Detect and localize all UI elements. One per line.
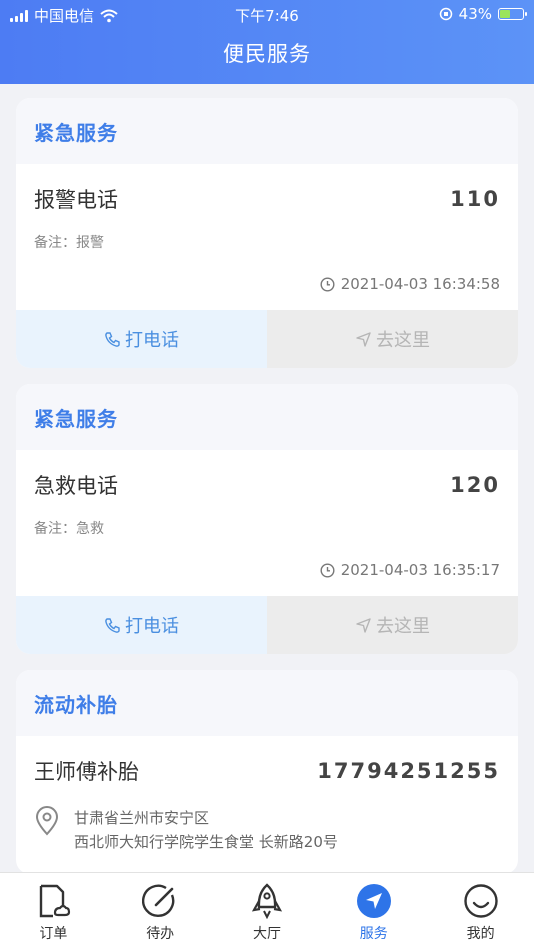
todo-icon xyxy=(142,884,175,917)
battery-icon xyxy=(498,8,527,20)
tab-hall[interactable]: 大厅 xyxy=(214,873,321,950)
tab-todo[interactable]: 待办 xyxy=(107,873,214,950)
call-button[interactable]: 打电话 xyxy=(16,310,267,368)
tab-order[interactable]: 订单 xyxy=(0,873,107,950)
phone-icon xyxy=(105,331,120,347)
battery-percent: 43% xyxy=(458,5,492,23)
navigate-button[interactable]: 去这里 xyxy=(267,310,518,368)
navigation-arrow-icon xyxy=(356,331,371,347)
timestamp: 2021-04-03 16:34:58 xyxy=(340,275,500,293)
timestamp: 2021-04-03 16:35:17 xyxy=(340,561,500,579)
service-note: 备注：报警 xyxy=(34,235,104,251)
service-note: 备注：急救 xyxy=(34,521,104,537)
smile-icon xyxy=(463,884,498,918)
phone-icon xyxy=(105,617,120,633)
tab-mine[interactable]: 我的 xyxy=(427,873,534,950)
service-card: 流动补胎 王师傅补胎 17794251255 甘肃省兰州市安宁区 西北师大知行学… xyxy=(16,670,518,874)
clock-icon xyxy=(320,276,335,292)
navigation-icon xyxy=(356,884,391,918)
phone-number: 120 xyxy=(450,473,500,497)
navigation-arrow-icon xyxy=(356,617,371,633)
orientation-lock-icon xyxy=(439,7,452,21)
address: 甘肃省兰州市安宁区 西北师大知行学院学生食堂 长新路20号 xyxy=(34,806,500,874)
service-card: 紧急服务 急救电话 120 备注：急救 2021-04-03 16:35:17 … xyxy=(16,384,518,654)
navigate-button[interactable]: 去这里 xyxy=(267,596,518,654)
status-bar: 中国电信 下午7:46 43% xyxy=(0,0,534,28)
service-list: 紧急服务 报警电话 110 备注：报警 2021-04-03 16:34:58 … xyxy=(16,98,518,890)
clock-icon xyxy=(320,562,335,578)
page-title: 便民服务 xyxy=(223,42,311,66)
order-icon xyxy=(40,884,71,918)
tab-service[interactable]: 服务 xyxy=(320,873,427,950)
service-name: 报警电话 xyxy=(34,188,118,212)
address-line: 西北师大知行学院学生食堂 长新路20号 xyxy=(74,833,338,851)
rocket-icon xyxy=(251,883,283,919)
card-category: 紧急服务 xyxy=(16,98,518,164)
phone-number: 17794251255 xyxy=(317,759,500,783)
card-category: 流动补胎 xyxy=(16,670,518,736)
card-category: 紧急服务 xyxy=(16,384,518,450)
phone-number: 110 xyxy=(450,187,500,211)
address-line: 甘肃省兰州市安宁区 xyxy=(74,809,210,827)
header: 中国电信 下午7:46 43% 便民服务 xyxy=(0,0,534,84)
location-pin-icon xyxy=(35,806,59,836)
service-card: 紧急服务 报警电话 110 备注：报警 2021-04-03 16:34:58 … xyxy=(16,98,518,368)
service-name: 急救电话 xyxy=(34,474,118,498)
service-name: 王师傅补胎 xyxy=(34,760,139,784)
tab-bar: 订单 待办 大厅 服务 我的 xyxy=(0,872,534,950)
call-button[interactable]: 打电话 xyxy=(16,596,267,654)
